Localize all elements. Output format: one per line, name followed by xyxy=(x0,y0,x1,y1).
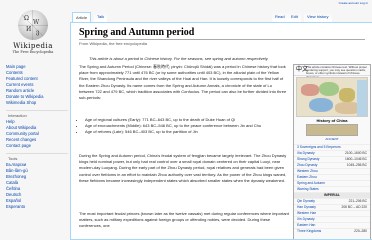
interaction-heading[interactable]: Interaction xyxy=(6,110,68,119)
dynasty-name: Western Han xyxy=(297,211,317,215)
paragraph: During the Spring and Autumn period, Chi… xyxy=(79,153,287,183)
language-link[interactable]: Esperanto xyxy=(6,204,68,210)
dynasty-name: Spring and Autumn xyxy=(297,181,326,185)
wikipedia-logo[interactable]: Ω W И ვ Wikipedia The Free Encyclopedia xyxy=(6,10,60,56)
history-image[interactable] xyxy=(306,124,358,136)
tab-article[interactable]: Article xyxy=(72,12,92,22)
infobox: 中文 This article contains Chinese text. W… xyxy=(293,64,371,239)
tab-edit[interactable]: Edit xyxy=(288,12,301,22)
list-item: Age of reforms (Late): 546 BC–403 BC, up… xyxy=(85,129,289,135)
dynasty-years: 220–280 xyxy=(354,229,367,233)
dynasty-years: 1600–1046 BC xyxy=(345,157,367,161)
logo-wordmark: Wikipedia xyxy=(13,42,53,50)
dynasty-name: Shang Dynasty xyxy=(297,157,320,161)
period-map-image[interactable] xyxy=(296,77,368,117)
dynasty-row[interactable]: Three Kingdoms 220–280 xyxy=(294,228,370,234)
dynasty-name: Eastern Han xyxy=(297,223,316,227)
logo-tagline: The Free Encyclopedia xyxy=(12,50,54,54)
dynasty-years: 2100–1600 BC xyxy=(345,151,367,155)
dynasty-list: 3 Sovereigns and 5 Emperors Xia Dynasty 21… xyxy=(294,144,370,234)
sidebar-item-shop[interactable]: Wikimedia Shop xyxy=(6,100,68,106)
infobox-title[interactable]: History of China xyxy=(294,118,370,123)
dynasty-name: Eastern Zhou xyxy=(297,175,317,179)
dynasty-name: Western Zhou xyxy=(297,169,318,173)
dynasty-years: 221–206 BC xyxy=(348,199,367,203)
dynasty-name: Xin Dynasty xyxy=(297,217,315,221)
infobox-subheading: ANCIENT xyxy=(325,137,339,141)
dynasty-name: Zhou Dynasty xyxy=(297,163,318,167)
article-content: Spring and Autumn period From Wikipedia,… xyxy=(70,22,372,240)
dynasty-years: 1045–256 BC xyxy=(346,163,367,167)
tab-read[interactable]: Read xyxy=(272,12,288,22)
dynasty-name: 3 Sovereigns and 5 Emperors xyxy=(297,145,341,149)
dynasty-name: Han Dynasty xyxy=(297,205,316,209)
dynasty-years: 206 BC – AD 220 xyxy=(341,205,367,209)
dynasty-name: Warring States xyxy=(297,187,319,191)
dynasty-name: Three Kingdoms xyxy=(297,229,322,233)
sidebar: Main page Contents Featured content Curr… xyxy=(6,64,68,210)
sidebar-item-contact[interactable]: Contact page xyxy=(6,143,68,149)
tab-history[interactable]: View history xyxy=(304,12,332,22)
account-links[interactable]: Create account Log in xyxy=(339,1,368,5)
paragraph: The most important feudal princes (known… xyxy=(79,211,289,229)
page-title: Spring and Autumn period xyxy=(79,27,365,40)
globe-icon: Ω W И ვ xyxy=(18,10,48,40)
chinese-text-notice: 中文 This article contains Chinese text. W… xyxy=(294,65,370,78)
dynasty-name: Xia Dynasty xyxy=(297,151,315,155)
tab-talk[interactable]: Talk xyxy=(94,12,108,22)
sub-period-list: Age of regional cultures (Early): 771 BC… xyxy=(85,117,289,136)
dynasty-name: IMPERIAL xyxy=(324,193,340,197)
top-header: Create account Log in xyxy=(0,0,372,8)
hatnote: This article is about a period in Chines… xyxy=(89,56,269,61)
tools-heading[interactable]: Tools xyxy=(6,153,68,162)
page-subtitle: From Wikipedia, the free encyclopedia xyxy=(79,41,148,46)
intro-paragraph: The Spring and Autumn Period (Chinese: 春… xyxy=(79,64,287,101)
dynasty-name: Qin Dynasty xyxy=(297,199,315,203)
